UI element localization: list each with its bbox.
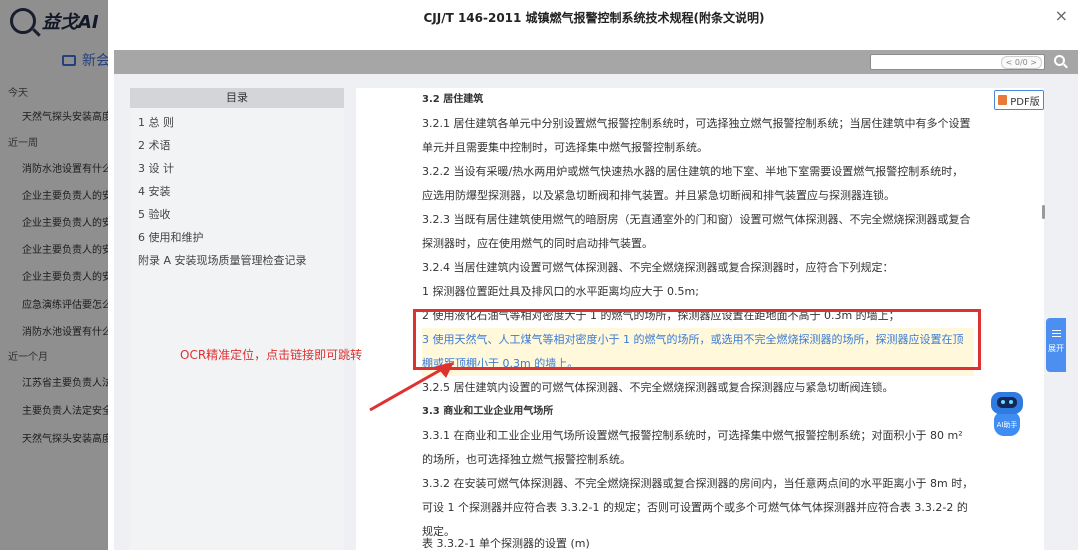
toc-item[interactable]: 6 使用和维护 [130, 226, 344, 249]
document-viewer: < 0/0 > 目录 1 总 则 2 术语 3 设 计 4 安装 5 验收 6 … [114, 50, 1078, 550]
annotation-arrow [369, 362, 454, 412]
viewer-toolbar: < 0/0 > [114, 50, 1078, 74]
toc-item[interactable]: 附录 A 安装现场质量管理检查记录 [130, 249, 344, 272]
toc-item[interactable]: 2 术语 [130, 134, 344, 157]
arrow-shaft [369, 366, 445, 412]
pdf-version-button[interactable]: PDF版 [994, 90, 1044, 110]
toc-item[interactable]: 1 总 则 [130, 111, 344, 134]
doc-paragraph: 3.2.5 居住建筑内设置的可燃气体探测器、不完全燃烧探测器或复合探测器应与紧急… [422, 381, 894, 394]
doc-paragraph: 3.2.4 当居住建筑内设置可燃气体探测器、不完全燃烧探测器或复合探测器时，应符… [422, 261, 894, 274]
doc-paragraph: 3.3.1 在商业和工业企业用气场所设置燃气报警控制系统时，可选择集中燃气报警控… [422, 429, 963, 466]
expand-label: 展开 [1048, 344, 1064, 353]
robot-eye [1009, 400, 1013, 404]
ai-assistant-label: AI助手 [996, 421, 1018, 429]
toc-item[interactable]: 3 设 计 [130, 157, 344, 180]
modal-title: CJJ/T 146-2011 城镇燃气报警控制系统技术规程(附条文说明) [423, 10, 765, 25]
table-caption: 表 3.3.2-1 单个探测器的设置 (m) [422, 537, 590, 550]
pdf-version-label: PDF版 [1010, 96, 1040, 108]
robot-face [997, 397, 1017, 408]
ai-assistant-button[interactable]: AI助手 [988, 392, 1026, 442]
menu-icon [1051, 330, 1061, 337]
search-input[interactable]: < 0/0 > [870, 54, 1045, 70]
scrollbar-thumb[interactable] [1042, 205, 1045, 219]
document-modal: CJJ/T 146-2011 城镇燃气报警控制系统技术规程(附条文说明) × <… [108, 0, 1080, 550]
search-icon[interactable] [1054, 55, 1065, 66]
table-of-contents: 目录 1 总 则 2 术语 3 设 计 4 安装 5 验收 6 使用和维护 附录… [130, 88, 344, 550]
search-result-count[interactable]: < 0/0 > [1000, 56, 1042, 69]
pdf-icon [998, 95, 1008, 105]
modal-header: CJJ/T 146-2011 城镇燃气报警控制系统技术规程(附条文说明) × [108, 0, 1080, 34]
toc-item[interactable]: 5 验收 [130, 203, 344, 226]
annotation-text: OCR精准定位，点击链接即可跳转 [180, 348, 363, 362]
robot-icon [991, 392, 1023, 414]
section-heading: 3.2 居住建筑 [422, 94, 484, 105]
highlight-frame [413, 309, 981, 370]
doc-paragraph: 3.2.1 居住建筑各单元中分别设置燃气报警控制系统时，可选择独立燃气报警控制系… [422, 117, 971, 154]
doc-paragraph: 3.2.3 当既有居住建筑使用燃气的暗厨房（无直通室外的门和窗）设置可燃气体探测… [422, 213, 971, 250]
toc-header: 目录 [130, 88, 344, 108]
doc-paragraph: 1 探测器位置距灶具及排风口的水平距离均应大于 0.5m; [422, 285, 699, 298]
expand-side-tab[interactable]: 展开 [1046, 318, 1066, 372]
toc-item[interactable]: 4 安装 [130, 180, 344, 203]
doc-paragraph: 3.2.2 当设有采暖/热水两用炉或燃气快速热水器的居住建筑的地下室、半地下室需… [422, 165, 964, 202]
section-heading: 3.3 商业和工业企业用气场所 [422, 406, 554, 417]
close-button[interactable]: × [1055, 8, 1068, 24]
robot-eye [1001, 400, 1005, 404]
